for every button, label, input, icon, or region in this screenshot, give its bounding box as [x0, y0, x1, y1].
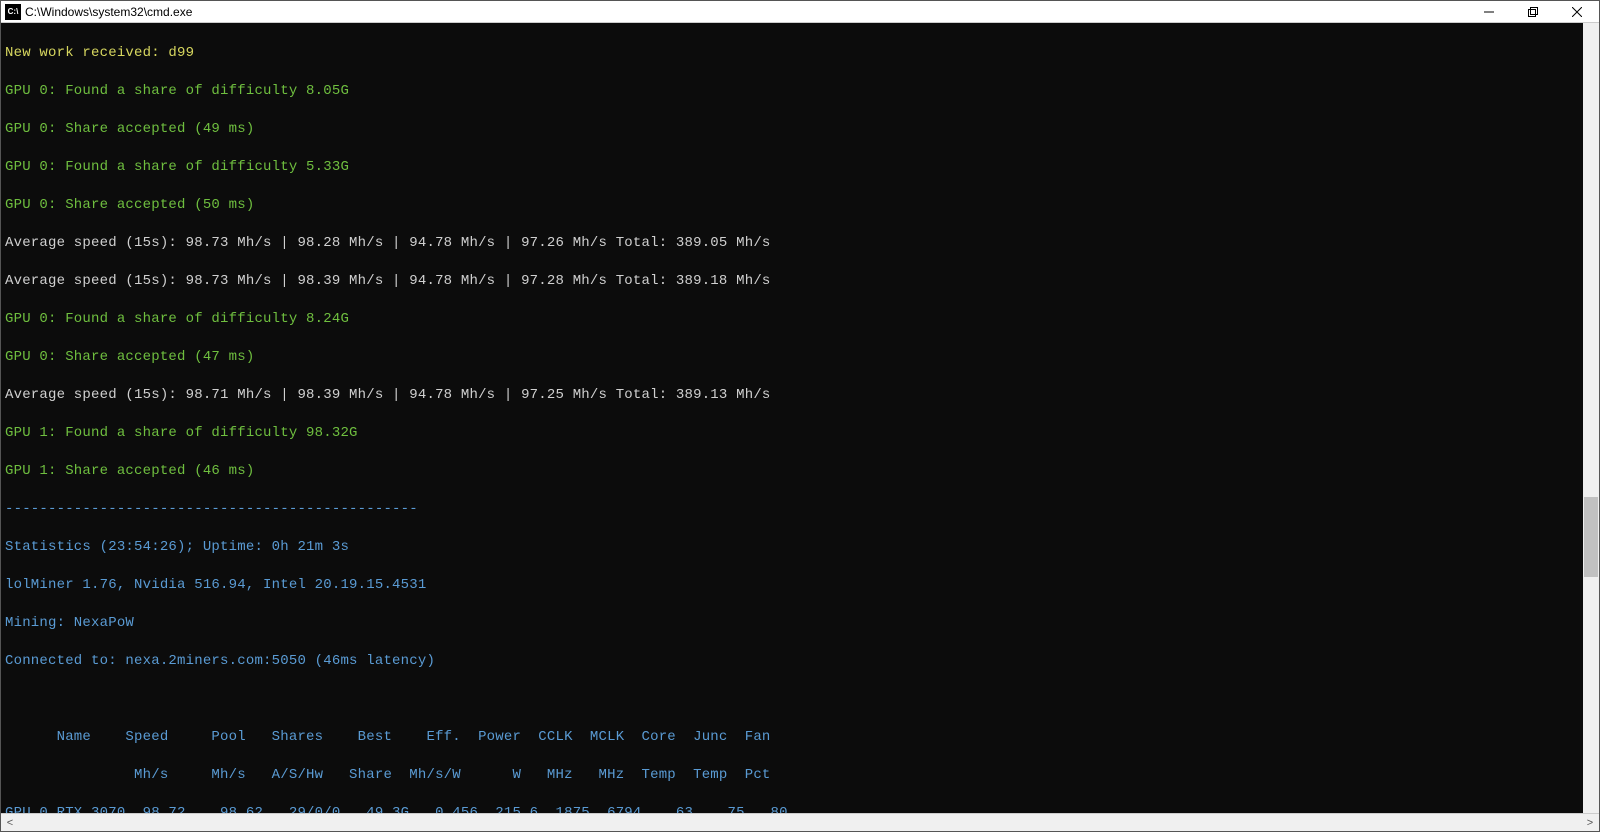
stats-line: Connected to: nexa.2miners.com:5050 (46m…: [5, 652, 1579, 671]
window-title: C:\Windows\system32\cmd.exe: [25, 5, 192, 19]
log-line: GPU 0: Share accepted (47 ms): [5, 348, 1579, 367]
cmd-window: C:\ C:\Windows\system32\cmd.exe New work…: [0, 0, 1600, 832]
log-line: GPU 0: Found a share of difficulty 5.33G: [5, 158, 1579, 177]
log-line: Average speed (15s): 98.73 Mh/s | 98.28 …: [5, 234, 1579, 253]
log-line: GPU 1: Share accepted (46 ms): [5, 462, 1579, 481]
stats-line: lolMiner 1.76, Nvidia 516.94, Intel 20.1…: [5, 576, 1579, 595]
table-header: Name Speed Pool Shares Best Eff. Power C…: [5, 728, 1579, 747]
horizontal-scrollbar[interactable]: < >: [1, 813, 1599, 831]
log-line: Average speed (15s): 98.71 Mh/s | 98.39 …: [5, 386, 1579, 405]
log-line: GPU 0: Share accepted (50 ms): [5, 196, 1579, 215]
log-line: GPU 0: Found a share of difficulty 8.05G: [5, 82, 1579, 101]
stats-line: Mining: NexaPoW: [5, 614, 1579, 633]
stats-line: Statistics (23:54:26); Uptime: 0h 21m 3s: [5, 538, 1579, 557]
table-row: GPU 0 RTX 3070 98.72 98.62 29/0/0 49.3G …: [5, 804, 1579, 813]
cmd-icon: C:\: [5, 4, 21, 20]
vertical-scrollbar[interactable]: [1583, 23, 1599, 813]
log-line: GPU 1: Found a share of difficulty 98.32…: [5, 424, 1579, 443]
terminal-content[interactable]: New work received: d99 GPU 0: Found a sh…: [1, 23, 1583, 813]
close-button[interactable]: [1555, 1, 1599, 23]
maximize-button[interactable]: [1511, 1, 1555, 23]
log-line: GPU 0: Found a share of difficulty 8.24G: [5, 310, 1579, 329]
table-header: Mh/s Mh/s A/S/Hw Share Mh/s/W W MHz MHz …: [5, 766, 1579, 785]
minimize-button[interactable]: [1467, 1, 1511, 23]
log-line: GPU 0: Share accepted (49 ms): [5, 120, 1579, 139]
titlebar[interactable]: C:\ C:\Windows\system32\cmd.exe: [1, 1, 1599, 23]
stats-divider: ----------------------------------------…: [5, 500, 1579, 519]
scroll-right-icon[interactable]: >: [1581, 817, 1599, 829]
log-line: New work received: d99: [5, 44, 1579, 63]
scrollbar-thumb[interactable]: [1584, 497, 1598, 577]
scroll-left-icon[interactable]: <: [1, 817, 19, 829]
log-line: Average speed (15s): 98.73 Mh/s | 98.39 …: [5, 272, 1579, 291]
terminal-viewport: New work received: d99 GPU 0: Found a sh…: [1, 23, 1599, 813]
